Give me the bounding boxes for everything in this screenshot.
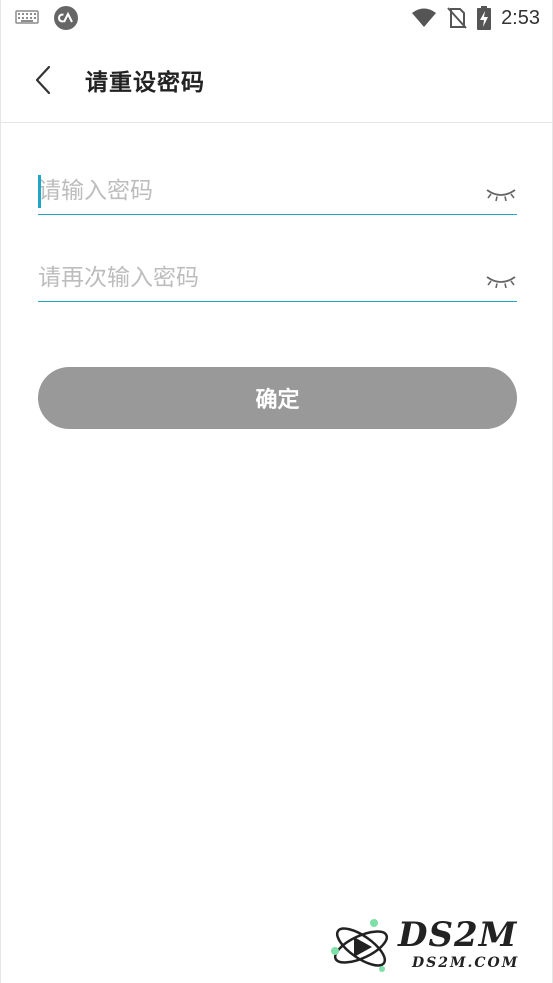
app-notification-icon xyxy=(53,5,79,31)
battery-charging-icon xyxy=(477,6,492,30)
no-sim-icon xyxy=(447,7,467,29)
status-time: 2:53 xyxy=(501,6,540,29)
eye-closed-icon[interactable] xyxy=(485,271,517,291)
eye-closed-icon[interactable] xyxy=(485,184,517,204)
wifi-icon xyxy=(411,8,437,28)
confirm-password-field xyxy=(38,252,517,302)
text-cursor xyxy=(38,175,41,208)
watermark-title: DS2M xyxy=(398,915,518,955)
chevron-left-icon xyxy=(35,65,51,95)
password-input[interactable] xyxy=(38,169,468,213)
confirm-button[interactable]: 确定 xyxy=(38,367,517,429)
atom-logo-icon xyxy=(330,917,392,977)
back-button[interactable] xyxy=(23,60,63,100)
app-frame: 2:53 请重设密码 确定 DS2M DS2M.COM xyxy=(0,0,553,983)
app-header: 请重设密码 xyxy=(1,36,552,123)
keyboard-icon xyxy=(15,10,39,26)
status-right-icons: 2:53 xyxy=(411,6,540,30)
password-field xyxy=(38,165,517,215)
status-left-icons xyxy=(15,5,79,31)
watermark-subtitle: DS2M.COM xyxy=(412,955,520,971)
confirm-password-input[interactable] xyxy=(38,256,468,300)
watermark: DS2M DS2M.COM xyxy=(326,915,551,980)
page-title: 请重设密码 xyxy=(85,70,205,96)
status-bar: 2:53 xyxy=(1,0,552,36)
